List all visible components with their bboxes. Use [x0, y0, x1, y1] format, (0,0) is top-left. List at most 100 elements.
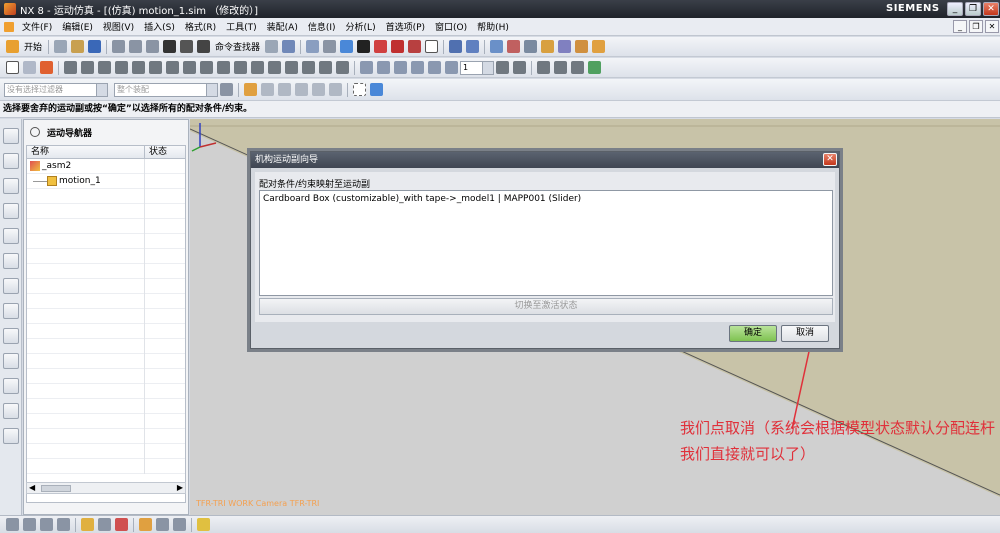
dialog-close-button[interactable]: ✕: [823, 153, 837, 166]
doc-minimize-button[interactable]: _: [953, 20, 967, 33]
interference-icon[interactable]: [336, 61, 349, 74]
layer-icon[interactable]: [490, 40, 504, 53]
scroll-right-icon[interactable]: ▶: [177, 483, 183, 493]
play-icon[interactable]: [394, 61, 407, 74]
chevron-down-icon[interactable]: [482, 61, 493, 74]
motion-navigator-tab[interactable]: [3, 253, 19, 269]
damper-icon[interactable]: [132, 61, 145, 74]
palette-tab[interactable]: [3, 278, 19, 294]
torque-icon[interactable]: [200, 61, 213, 74]
menu-help[interactable]: 帮助(H): [472, 20, 514, 33]
face-icon[interactable]: [156, 518, 169, 531]
cable-icon[interactable]: [285, 61, 298, 74]
contact-icon[interactable]: [166, 61, 179, 74]
environment-icon[interactable]: [23, 61, 36, 74]
restore-button[interactable]: ❐: [965, 2, 981, 16]
column-name[interactable]: 名称: [27, 146, 145, 158]
end-point-icon[interactable]: [278, 83, 291, 96]
function-icon[interactable]: [98, 61, 111, 74]
reference-icon[interactable]: [575, 40, 589, 53]
menu-assembly[interactable]: 装配(A): [262, 20, 303, 33]
new-solution-icon[interactable]: [6, 61, 19, 74]
mapping-row[interactable]: Cardboard Box (customizable)_with tape->…: [260, 191, 832, 207]
arc-center-icon[interactable]: [261, 83, 274, 96]
snap-icon[interactable]: [541, 40, 555, 53]
new-file-icon[interactable]: [54, 40, 68, 53]
assembly-navigator-tab[interactable]: [3, 128, 19, 144]
menu-insert[interactable]: 插入(S): [139, 20, 180, 33]
switch-to-active-button[interactable]: 切换至激活状态: [259, 298, 833, 315]
fast-forward-icon[interactable]: [411, 61, 424, 74]
delete-icon[interactable]: [163, 40, 177, 53]
gear-icon[interactable]: [268, 61, 281, 74]
snap-point-icon[interactable]: [244, 83, 257, 96]
background-icon[interactable]: [425, 40, 439, 53]
start-button[interactable]: 开始: [24, 40, 42, 53]
minimize-button[interactable]: _: [947, 2, 963, 16]
driver-icon[interactable]: [251, 61, 264, 74]
column-status[interactable]: 状态: [145, 146, 167, 158]
joint-icon[interactable]: [81, 61, 94, 74]
body-icon[interactable]: [139, 518, 152, 531]
paste-icon[interactable]: [146, 40, 160, 53]
simulation-navigator-tab[interactable]: [3, 228, 19, 244]
control-point-icon[interactable]: [312, 83, 325, 96]
graph-icon[interactable]: [537, 61, 550, 74]
part-navigator-tab[interactable]: [3, 178, 19, 194]
mapping-list[interactable]: Cardboard Box (customizable)_with tape->…: [259, 190, 833, 296]
bushing-icon[interactable]: [149, 61, 162, 74]
tree-node-asm2[interactable]: _asm2: [27, 159, 185, 174]
select-body-icon[interactable]: [370, 83, 383, 96]
explode-icon[interactable]: [571, 61, 584, 74]
close-window-button[interactable]: ✕: [983, 2, 999, 16]
wcs-icon[interactable]: [466, 40, 480, 53]
mid-point-icon[interactable]: [295, 83, 308, 96]
open-file-icon[interactable]: [71, 40, 85, 53]
component-icon[interactable]: [115, 518, 128, 531]
system-materials-tab[interactable]: [3, 353, 19, 369]
window-icon[interactable]: [282, 40, 296, 53]
selection-option-icon[interactable]: [220, 83, 233, 96]
menu-edit[interactable]: 编辑(E): [57, 20, 98, 33]
first-frame-icon[interactable]: [360, 61, 373, 74]
arc-icon[interactable]: [40, 518, 53, 531]
menu-tools[interactable]: 工具(T): [221, 20, 262, 33]
tree-node-motion[interactable]: motion_1: [27, 174, 185, 189]
doc-restore-button[interactable]: ❐: [969, 20, 983, 33]
filter-icon[interactable]: [197, 518, 210, 531]
line-icon[interactable]: [23, 518, 36, 531]
edge-icon[interactable]: [173, 518, 186, 531]
clip-section-icon[interactable]: [391, 40, 405, 53]
menu-analysis[interactable]: 分析(L): [341, 20, 381, 33]
selection-priority-icon[interactable]: [81, 518, 94, 531]
history-tab[interactable]: [3, 328, 19, 344]
scroll-thumb[interactable]: [41, 485, 71, 492]
export-icon[interactable]: [496, 61, 509, 74]
render-style-icon[interactable]: [357, 40, 371, 53]
layout-icon[interactable]: [265, 40, 279, 53]
selection-filter-select[interactable]: 没有选择过滤器: [4, 82, 108, 97]
point-icon[interactable]: [6, 518, 19, 531]
feature-icon[interactable]: [98, 518, 111, 531]
roles-tab[interactable]: [3, 403, 19, 419]
section-view-icon[interactable]: [408, 40, 422, 53]
shaded-view-icon[interactable]: [340, 40, 354, 53]
cancel-button[interactable]: 取消: [781, 325, 829, 342]
force-icon[interactable]: [183, 61, 196, 74]
command-finder-button[interactable]: 命令查找器: [215, 40, 260, 53]
cut-icon[interactable]: [112, 40, 126, 53]
chevron-down-icon[interactable]: [206, 83, 217, 96]
scroll-left-icon[interactable]: ◀: [29, 483, 35, 493]
sensor-icon[interactable]: [234, 61, 247, 74]
annotation-icon[interactable]: [592, 40, 606, 53]
menu-preferences[interactable]: 首选项(P): [381, 20, 430, 33]
pin-icon[interactable]: [30, 127, 40, 137]
measure-icon[interactable]: [524, 40, 538, 53]
stop-icon[interactable]: [445, 61, 458, 74]
undo-icon[interactable]: [180, 40, 194, 53]
menu-information[interactable]: 信息(I): [303, 20, 341, 33]
link-icon[interactable]: [64, 61, 77, 74]
horizontal-scrollbar[interactable]: ◀ ▶: [26, 482, 186, 494]
system-scenes-tab[interactable]: [3, 428, 19, 444]
marker-icon[interactable]: [217, 61, 230, 74]
